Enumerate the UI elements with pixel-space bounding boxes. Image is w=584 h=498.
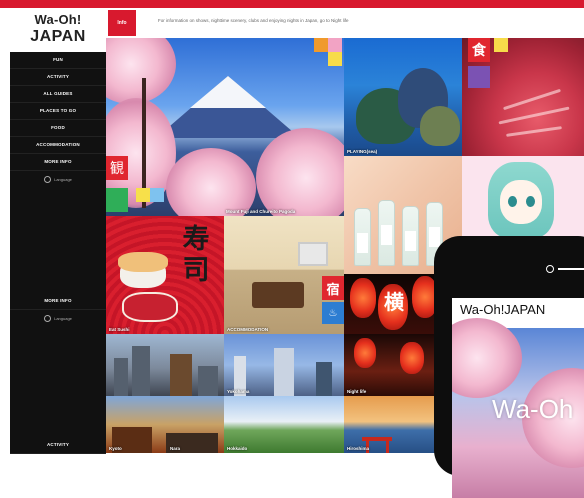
tile-caption: Night life [347, 389, 367, 394]
tile-caption: Kyoto [109, 446, 122, 451]
phone-hero-text: Wa-Oh [492, 394, 574, 424]
tile-kyoto[interactable]: Kyoto Nara [106, 396, 224, 453]
cherry-blossom [256, 128, 344, 216]
sidebar-nav: FUN ACTIVITY ALL GUIDES PLACES TO GO FOO… [10, 52, 106, 454]
character-eye [526, 196, 535, 207]
cherry-blossom [452, 318, 522, 398]
sake-bottle [378, 200, 395, 266]
building [114, 358, 128, 396]
info-banner-text: For information on shows, nighttime scen… [158, 18, 349, 23]
sake-bottle [354, 208, 371, 266]
info-tab[interactable]: Info [108, 10, 136, 36]
lantern [350, 278, 376, 318]
sidebar-item-all-guides[interactable]: ALL GUIDES [10, 86, 106, 103]
tile-city[interactable] [106, 334, 224, 396]
night-kanji: 横 [384, 290, 404, 314]
tile-caption: Hiroshima [347, 446, 370, 451]
phone-hero-image: Wa-Oh [452, 318, 584, 498]
bottle-label [405, 231, 416, 251]
building [198, 366, 218, 396]
bottle-label [429, 227, 440, 247]
language-label: Language [54, 176, 72, 182]
phone-camera-icon [546, 265, 554, 273]
phone-speaker-slot [558, 268, 584, 270]
sushi-kanji: 寿司 [182, 224, 210, 286]
sidebar-secondary-group: MORE INFO Language [10, 293, 106, 326]
globe-icon [44, 314, 52, 322]
sushi-topping [122, 292, 178, 322]
low-table [252, 282, 304, 308]
building [132, 346, 150, 396]
tile-mount-fuji[interactable]: 観 Mount Fuji and Chureito Pagoda [106, 38, 344, 216]
tile-caption: Nara [170, 446, 181, 451]
tile-night-life[interactable]: Night life [344, 334, 444, 396]
building [316, 362, 332, 396]
color-square [136, 188, 150, 202]
sidebar-bottom-group: ACTIVITY [10, 437, 106, 454]
brand-logo-line1: Wa-Oh! [34, 12, 82, 27]
hot-spring-icon: ♨ [322, 302, 344, 324]
tile-wagyu-beef[interactable]: 食 [462, 38, 584, 156]
phone-brand-logo[interactable]: Wa-Oh!JAPAN [460, 302, 545, 317]
tile-caption: ACCOMMODATION [227, 327, 269, 332]
building [170, 354, 192, 396]
color-square [150, 188, 164, 202]
tile-hiroshima[interactable]: Hiroshima [344, 396, 444, 453]
sightseeing-kanji-icon: 観 [106, 156, 128, 180]
bottle-label [381, 225, 392, 245]
sidebar-item-fun[interactable]: FUN [10, 52, 106, 69]
sushi-topping [118, 252, 168, 272]
tile-sushi[interactable]: 寿司 Eat Sushi [106, 216, 224, 334]
phone-screen: Wa-Oh!JAPAN Wa-Oh [452, 298, 584, 498]
sidebar-item-more-info-2[interactable]: MORE INFO [10, 293, 106, 310]
lantern [354, 338, 376, 368]
tile-caption: Eat Sushi [109, 327, 130, 332]
marbling-line [506, 126, 562, 137]
tile-accommodation[interactable]: 宿 ♨ ACCOMMODATION [224, 216, 344, 334]
tile-coral-reef[interactable]: PLAYING(sea) [344, 38, 462, 156]
language-label-2: Language [54, 315, 72, 321]
phone-mockup: Wa-Oh!JAPAN Wa-Oh [434, 236, 584, 498]
cherry-blossom [166, 148, 256, 216]
language-selector[interactable]: Language [10, 171, 106, 187]
marbling-line [498, 106, 570, 125]
character-eye [508, 196, 517, 207]
tile-hokkaido[interactable]: Hokkaido [224, 396, 344, 453]
torii-gate [386, 439, 389, 453]
marbling-line [503, 88, 561, 111]
coral-shape [420, 106, 460, 146]
bottle-label [357, 233, 368, 253]
building [274, 348, 294, 396]
lantern [400, 342, 424, 374]
color-square [328, 38, 342, 52]
tile-caption: Hokkaido [227, 446, 248, 451]
sidebar-item-more-info[interactable]: MORE INFO [10, 154, 106, 171]
sake-bottle [402, 206, 419, 266]
sidebar-item-activity[interactable]: ACTIVITY [10, 69, 106, 86]
tile-caption: Mount Fuji and Chureito Pagoda [226, 209, 296, 214]
face-icon [494, 38, 508, 52]
color-square [314, 38, 328, 52]
food-kanji-icon: 食 [468, 38, 490, 62]
top-accent-bar [0, 0, 584, 8]
sidebar-item-food[interactable]: FOOD [10, 120, 106, 137]
food-icon [468, 66, 490, 88]
sidebar-item-activity-bottom[interactable]: ACTIVITY [10, 437, 106, 454]
globe-icon [44, 175, 52, 183]
tile-night-life-lanterns[interactable]: 横 [344, 274, 444, 334]
brand-logo-line2: JAPAN [30, 28, 86, 45]
character-face [500, 180, 542, 224]
tile-caption: Yokohama [227, 389, 250, 394]
language-selector-2[interactable]: Language [10, 310, 106, 326]
brand-logo[interactable]: Wa-Oh! JAPAN [10, 12, 106, 52]
tv-set [298, 242, 328, 266]
mountain-icon [106, 188, 128, 212]
sidebar-item-places-to-go[interactable]: PLACES TO GO [10, 103, 106, 120]
mountain-snowcap [190, 76, 266, 108]
tile-caption: PLAYING(sea) [347, 149, 378, 154]
sidebar-item-accommodation[interactable]: ACCOMMODATION [10, 137, 106, 154]
face-icon [328, 52, 342, 66]
tile-yokohama[interactable]: Yokohama [224, 334, 344, 396]
inn-kanji-icon: 宿 [322, 276, 344, 300]
